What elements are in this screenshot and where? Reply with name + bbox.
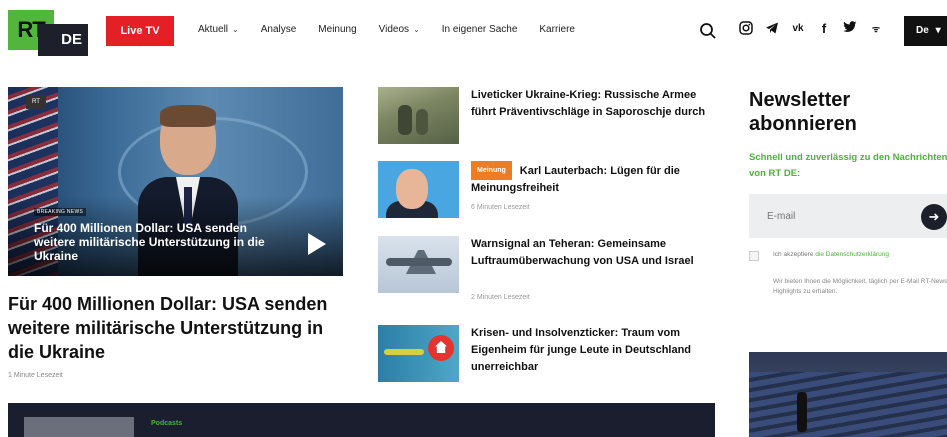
article-thumbnail[interactable] bbox=[378, 325, 459, 382]
podcast-thumbnail[interactable] bbox=[24, 417, 134, 437]
hero-caption: Für 400 Millionen Dollar: USA senden wei… bbox=[34, 221, 265, 263]
privacy-label: Ich akzeptiere die Datenschutzerklärung bbox=[773, 251, 889, 258]
article-title[interactable]: Warnsignal an Teheran: Gemeinsame Luftra… bbox=[471, 236, 711, 270]
email-input[interactable] bbox=[749, 194, 919, 238]
article-title[interactable]: Liveticker Ukraine-Krieg: Russische Arme… bbox=[471, 87, 711, 121]
nav-item-meinung[interactable]: Meinung bbox=[318, 24, 356, 35]
instagram-icon[interactable] bbox=[738, 21, 754, 37]
nav-label: In eigener Sache bbox=[441, 24, 518, 35]
telegram-icon[interactable] bbox=[764, 21, 780, 37]
opinion-badge: Meinung bbox=[471, 161, 512, 180]
rt-de-logo[interactable]: RT DE bbox=[8, 10, 88, 56]
article-thumbnail[interactable] bbox=[378, 236, 459, 293]
email-field-wrapper: ➜ bbox=[749, 194, 947, 238]
nav-label: Meinung bbox=[318, 24, 357, 35]
nav-label: Analyse bbox=[260, 24, 297, 35]
soldier-shape bbox=[416, 109, 428, 135]
speaker-shape bbox=[797, 392, 807, 432]
accept-text: Ich akzeptiere bbox=[773, 251, 816, 258]
search-icon[interactable] bbox=[699, 22, 717, 40]
social-links: vk f ᯤ bbox=[738, 21, 884, 37]
plane-shape bbox=[386, 258, 452, 266]
face-shape bbox=[396, 169, 428, 209]
vk-icon[interactable]: vk bbox=[790, 21, 806, 37]
site-header: RT DE Live TV Aktuell ⌄ Analyse Meinung … bbox=[0, 0, 947, 62]
article-title[interactable]: Meinung Karl Lauterbach: Lügen für die Me… bbox=[471, 161, 711, 197]
channel-badge: RT bbox=[26, 95, 46, 109]
hero-read-time: 1 Minute Lesezeit bbox=[8, 372, 63, 379]
newsletter-title: Newsletter abonnieren bbox=[749, 89, 857, 135]
nav-item-analyse[interactable]: Analyse bbox=[261, 24, 297, 35]
privacy-link[interactable]: die Datenschutzerklärung bbox=[815, 251, 889, 258]
chevron-down-icon: ⌄ bbox=[413, 25, 420, 34]
newsletter-box: Newsletter abonnieren Schnell und zuverl… bbox=[749, 88, 947, 295]
pen-shape bbox=[384, 349, 424, 355]
podcast-section: Podcasts bbox=[8, 403, 715, 437]
parliament-image[interactable] bbox=[749, 352, 947, 437]
nav-item-aktuell[interactable]: Aktuell ⌄ bbox=[198, 24, 239, 35]
soldier-shape bbox=[398, 105, 412, 135]
newsletter-subtitle: Schnell und zuverlässig zu den Nachricht… bbox=[749, 152, 947, 179]
article-read-time: 2 Minuten Lesezeit bbox=[471, 294, 530, 301]
nav-label: Videos bbox=[378, 24, 410, 35]
nav-item-in-eigener-sache[interactable]: In eigener Sache bbox=[442, 24, 518, 35]
figure-hair bbox=[160, 105, 216, 127]
play-icon[interactable] bbox=[308, 233, 326, 255]
nav-label: Aktuell bbox=[198, 24, 229, 35]
newsletter-info: Wir bieten Ihnen die Möglichkeit, täglic… bbox=[773, 278, 947, 295]
language-label: De bbox=[916, 25, 929, 36]
hero-video[interactable]: RT BREAKING NEWS Für 400 Millionen Dolla… bbox=[8, 87, 343, 276]
facebook-icon[interactable]: f bbox=[816, 21, 832, 37]
article-read-time: 6 Minuten Lesezeit bbox=[471, 204, 530, 211]
caret-down-icon: ▾ bbox=[935, 25, 941, 36]
main-nav: Aktuell ⌄ Analyse Meinung Videos ⌄ In ei… bbox=[198, 24, 597, 35]
twitter-icon[interactable] bbox=[842, 21, 858, 37]
rss-icon[interactable]: ᯤ bbox=[868, 21, 884, 37]
live-tv-button[interactable]: Live TV bbox=[106, 16, 174, 46]
privacy-checkbox[interactable] bbox=[749, 251, 759, 261]
arrow-right-icon[interactable]: ➜ bbox=[921, 204, 947, 230]
nav-label: Karriere bbox=[539, 24, 575, 35]
chevron-down-icon: ⌄ bbox=[232, 25, 239, 34]
nav-item-videos[interactable]: Videos ⌄ bbox=[379, 24, 420, 35]
seats-graphic bbox=[749, 372, 947, 437]
article-thumbnail[interactable] bbox=[378, 161, 459, 218]
language-select[interactable]: De ▾ bbox=[904, 16, 947, 46]
logo-de-mark: DE bbox=[38, 24, 88, 56]
hero-category: BREAKING NEWS bbox=[34, 208, 87, 216]
hero-headline[interactable]: Für 400 Millionen Dollar: USA senden wei… bbox=[8, 292, 343, 364]
article-thumbnail[interactable] bbox=[378, 87, 459, 144]
article-title[interactable]: Krisen- und Insolvenzticker: Traum vom E… bbox=[471, 325, 711, 376]
podcast-label[interactable]: Podcasts bbox=[151, 420, 182, 427]
nav-item-karriere[interactable]: Karriere bbox=[539, 24, 575, 35]
